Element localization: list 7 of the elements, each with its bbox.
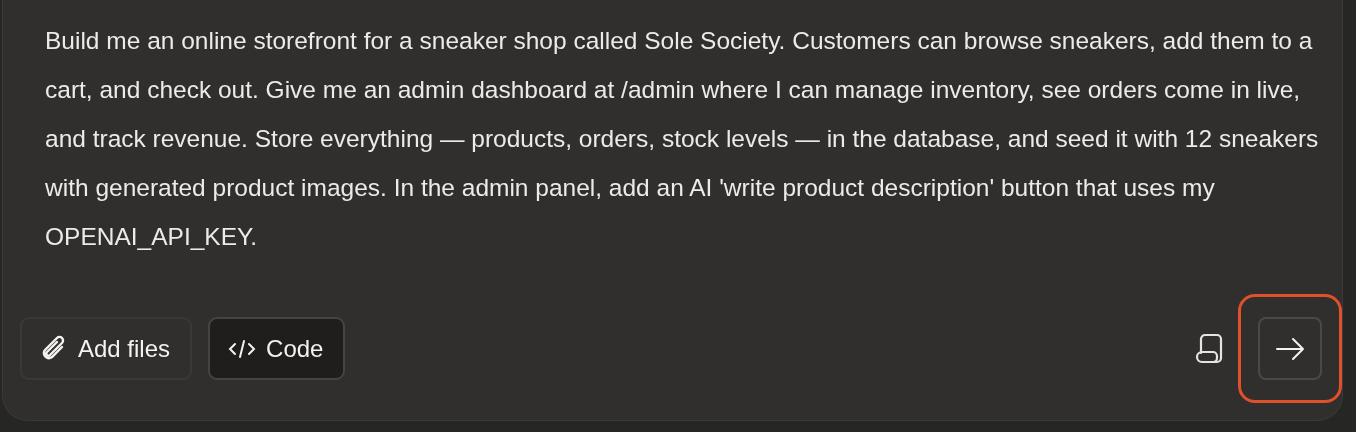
code-icon [228,337,257,360]
send-button[interactable] [1258,317,1322,380]
arrow-right-icon [1275,336,1305,361]
code-toggle[interactable]: Code [208,317,346,380]
add-files-button[interactable]: Add files [20,317,193,380]
scroll-icon[interactable] [1194,332,1224,365]
prompt-text[interactable]: Build me an online storefront for a sneaker shop called Sole Society. Customers can browse sneakers, add them to a cart, and check out. Give me an admin dashboard at /admin where I can manage inventory, see orders come in live, and track revenue. Store everything — products, orders, stock levels — in the database, and seed it with 12 sneakers with generated product images. In the admin panel, add an AI 'write product description' button that uses my OPENAI_API_KEY. [45,16,1320,294]
